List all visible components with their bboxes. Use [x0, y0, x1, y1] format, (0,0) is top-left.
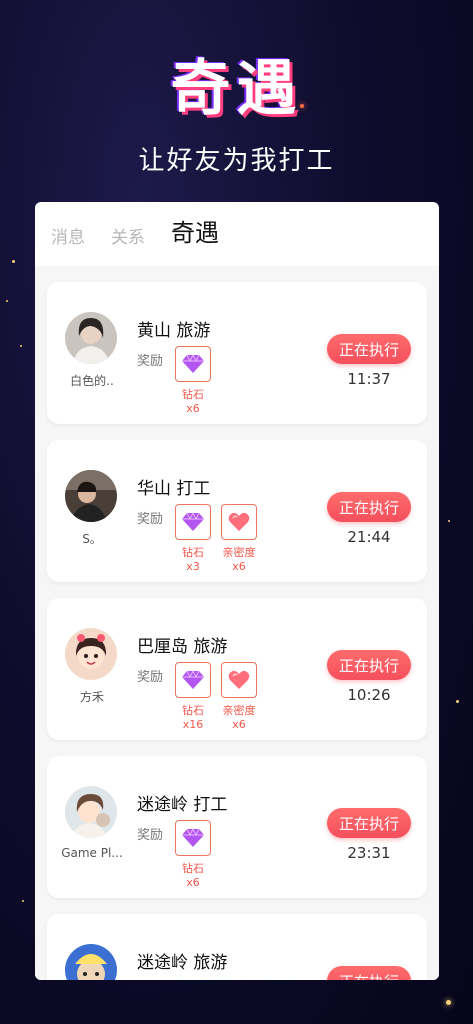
- hero-subtitle: 让好友为我打工: [138, 146, 335, 176]
- status-button[interactable]: 正在执行: [327, 492, 411, 522]
- heart-icon: [221, 504, 257, 540]
- reward-item: 钻石 x6: [175, 820, 211, 889]
- task-time: 10:26: [347, 686, 391, 704]
- reward-list: 钻石 x6: [175, 346, 211, 415]
- task-list: 白色的.. 黄山 旅游 奖励 钻石 x6 正在执行 11:37 S。 华山 打工…: [35, 266, 439, 980]
- task-time: 23:31: [347, 844, 391, 862]
- reward-name: 钻石: [182, 546, 204, 559]
- list-item[interactable]: Game Pl... 迷途岭 打工 奖励 钻石 x6 正在执行 23:31: [47, 756, 427, 898]
- list-item[interactable]: 迷途岭 旅游 正在执行: [47, 914, 427, 980]
- reward-name: 亲密度: [222, 704, 256, 717]
- task-destination: 巴厘岛 旅游: [137, 637, 228, 657]
- reward-list: 钻石 x16 亲密度 x6: [175, 662, 257, 731]
- list-item[interactable]: S。 华山 打工 奖励 钻石 x3 亲密度 x6 正在执行 21:44: [47, 440, 427, 582]
- reward-count: x3: [186, 560, 200, 573]
- tab-relations[interactable]: 关系: [111, 223, 145, 248]
- user-name: 白色的..: [70, 374, 114, 388]
- reward-count: x6: [232, 560, 246, 573]
- star-decoration: [20, 345, 22, 347]
- star-decoration: [22, 900, 24, 902]
- task-destination: 华山 打工: [137, 479, 211, 499]
- reward-item: 钻石 x3: [175, 504, 211, 573]
- avatar[interactable]: [65, 312, 117, 364]
- reward-label: 奖励: [137, 670, 164, 685]
- star-decoration: [456, 700, 459, 703]
- reward-label: 奖励: [137, 354, 164, 369]
- star-decoration: [448, 520, 450, 522]
- diamond-icon: [175, 820, 211, 856]
- tab-messages[interactable]: 消息: [51, 223, 85, 248]
- reward-name: 亲密度: [222, 546, 256, 559]
- avatar[interactable]: [65, 944, 117, 980]
- star-decoration: [6, 300, 8, 302]
- avatar[interactable]: [65, 786, 117, 838]
- status-button[interactable]: 正在执行: [327, 808, 411, 838]
- diamond-icon: [175, 504, 211, 540]
- reward-count: x6: [232, 718, 246, 731]
- tab-bar: 消息 关系 奇遇: [35, 202, 439, 266]
- reward-item: 钻石 x6: [175, 346, 211, 415]
- list-item[interactable]: 白色的.. 黄山 旅游 奖励 钻石 x6 正在执行 11:37: [47, 282, 427, 424]
- task-time: 11:37: [347, 370, 391, 388]
- status-button[interactable]: 正在执行: [327, 650, 411, 680]
- reward-count: x16: [182, 718, 204, 731]
- hero-title: 奇遇: [170, 54, 303, 124]
- avatar[interactable]: [65, 628, 117, 680]
- diamond-icon: [175, 346, 211, 382]
- reward-count: x6: [186, 402, 200, 415]
- reward-label: 奖励: [137, 512, 164, 527]
- list-item[interactable]: 方禾 巴厘岛 旅游 奖励 钻石 x16 亲密度 x6 正在执行 10:26: [47, 598, 427, 740]
- tab-encounters[interactable]: 奇遇: [171, 213, 219, 248]
- reward-name: 钻石: [182, 862, 204, 875]
- task-destination: 迷途岭 旅游: [137, 953, 228, 973]
- reward-list: 钻石 x6: [175, 820, 211, 889]
- reward-item: 钻石 x16: [175, 662, 211, 731]
- status-button[interactable]: 正在执行: [327, 334, 411, 364]
- reward-label: 奖励: [137, 828, 164, 843]
- user-name: Game Pl...: [61, 846, 123, 860]
- avatar[interactable]: [65, 470, 117, 522]
- task-destination: 黄山 旅游: [137, 321, 211, 341]
- user-name: 方禾: [79, 690, 104, 704]
- reward-name: 钻石: [182, 704, 204, 717]
- user-name: S。: [82, 532, 102, 546]
- diamond-icon: [175, 662, 211, 698]
- reward-item: 亲密度 x6: [221, 504, 257, 573]
- heart-icon: [221, 662, 257, 698]
- app-screen: 消息 关系 奇遇 白色的.. 黄山 旅游 奖励 钻石 x6 正在执行 11:37…: [35, 202, 439, 980]
- star-decoration: [12, 260, 15, 263]
- reward-list: 钻石 x3 亲密度 x6: [175, 504, 257, 573]
- reward-count: x6: [186, 876, 200, 889]
- reward-item: 亲密度 x6: [221, 662, 257, 731]
- task-time: 21:44: [347, 528, 391, 546]
- task-destination: 迷途岭 打工: [137, 795, 228, 815]
- star-decoration: [446, 1000, 451, 1005]
- status-button[interactable]: 正在执行: [327, 966, 411, 980]
- reward-name: 钻石: [182, 388, 204, 401]
